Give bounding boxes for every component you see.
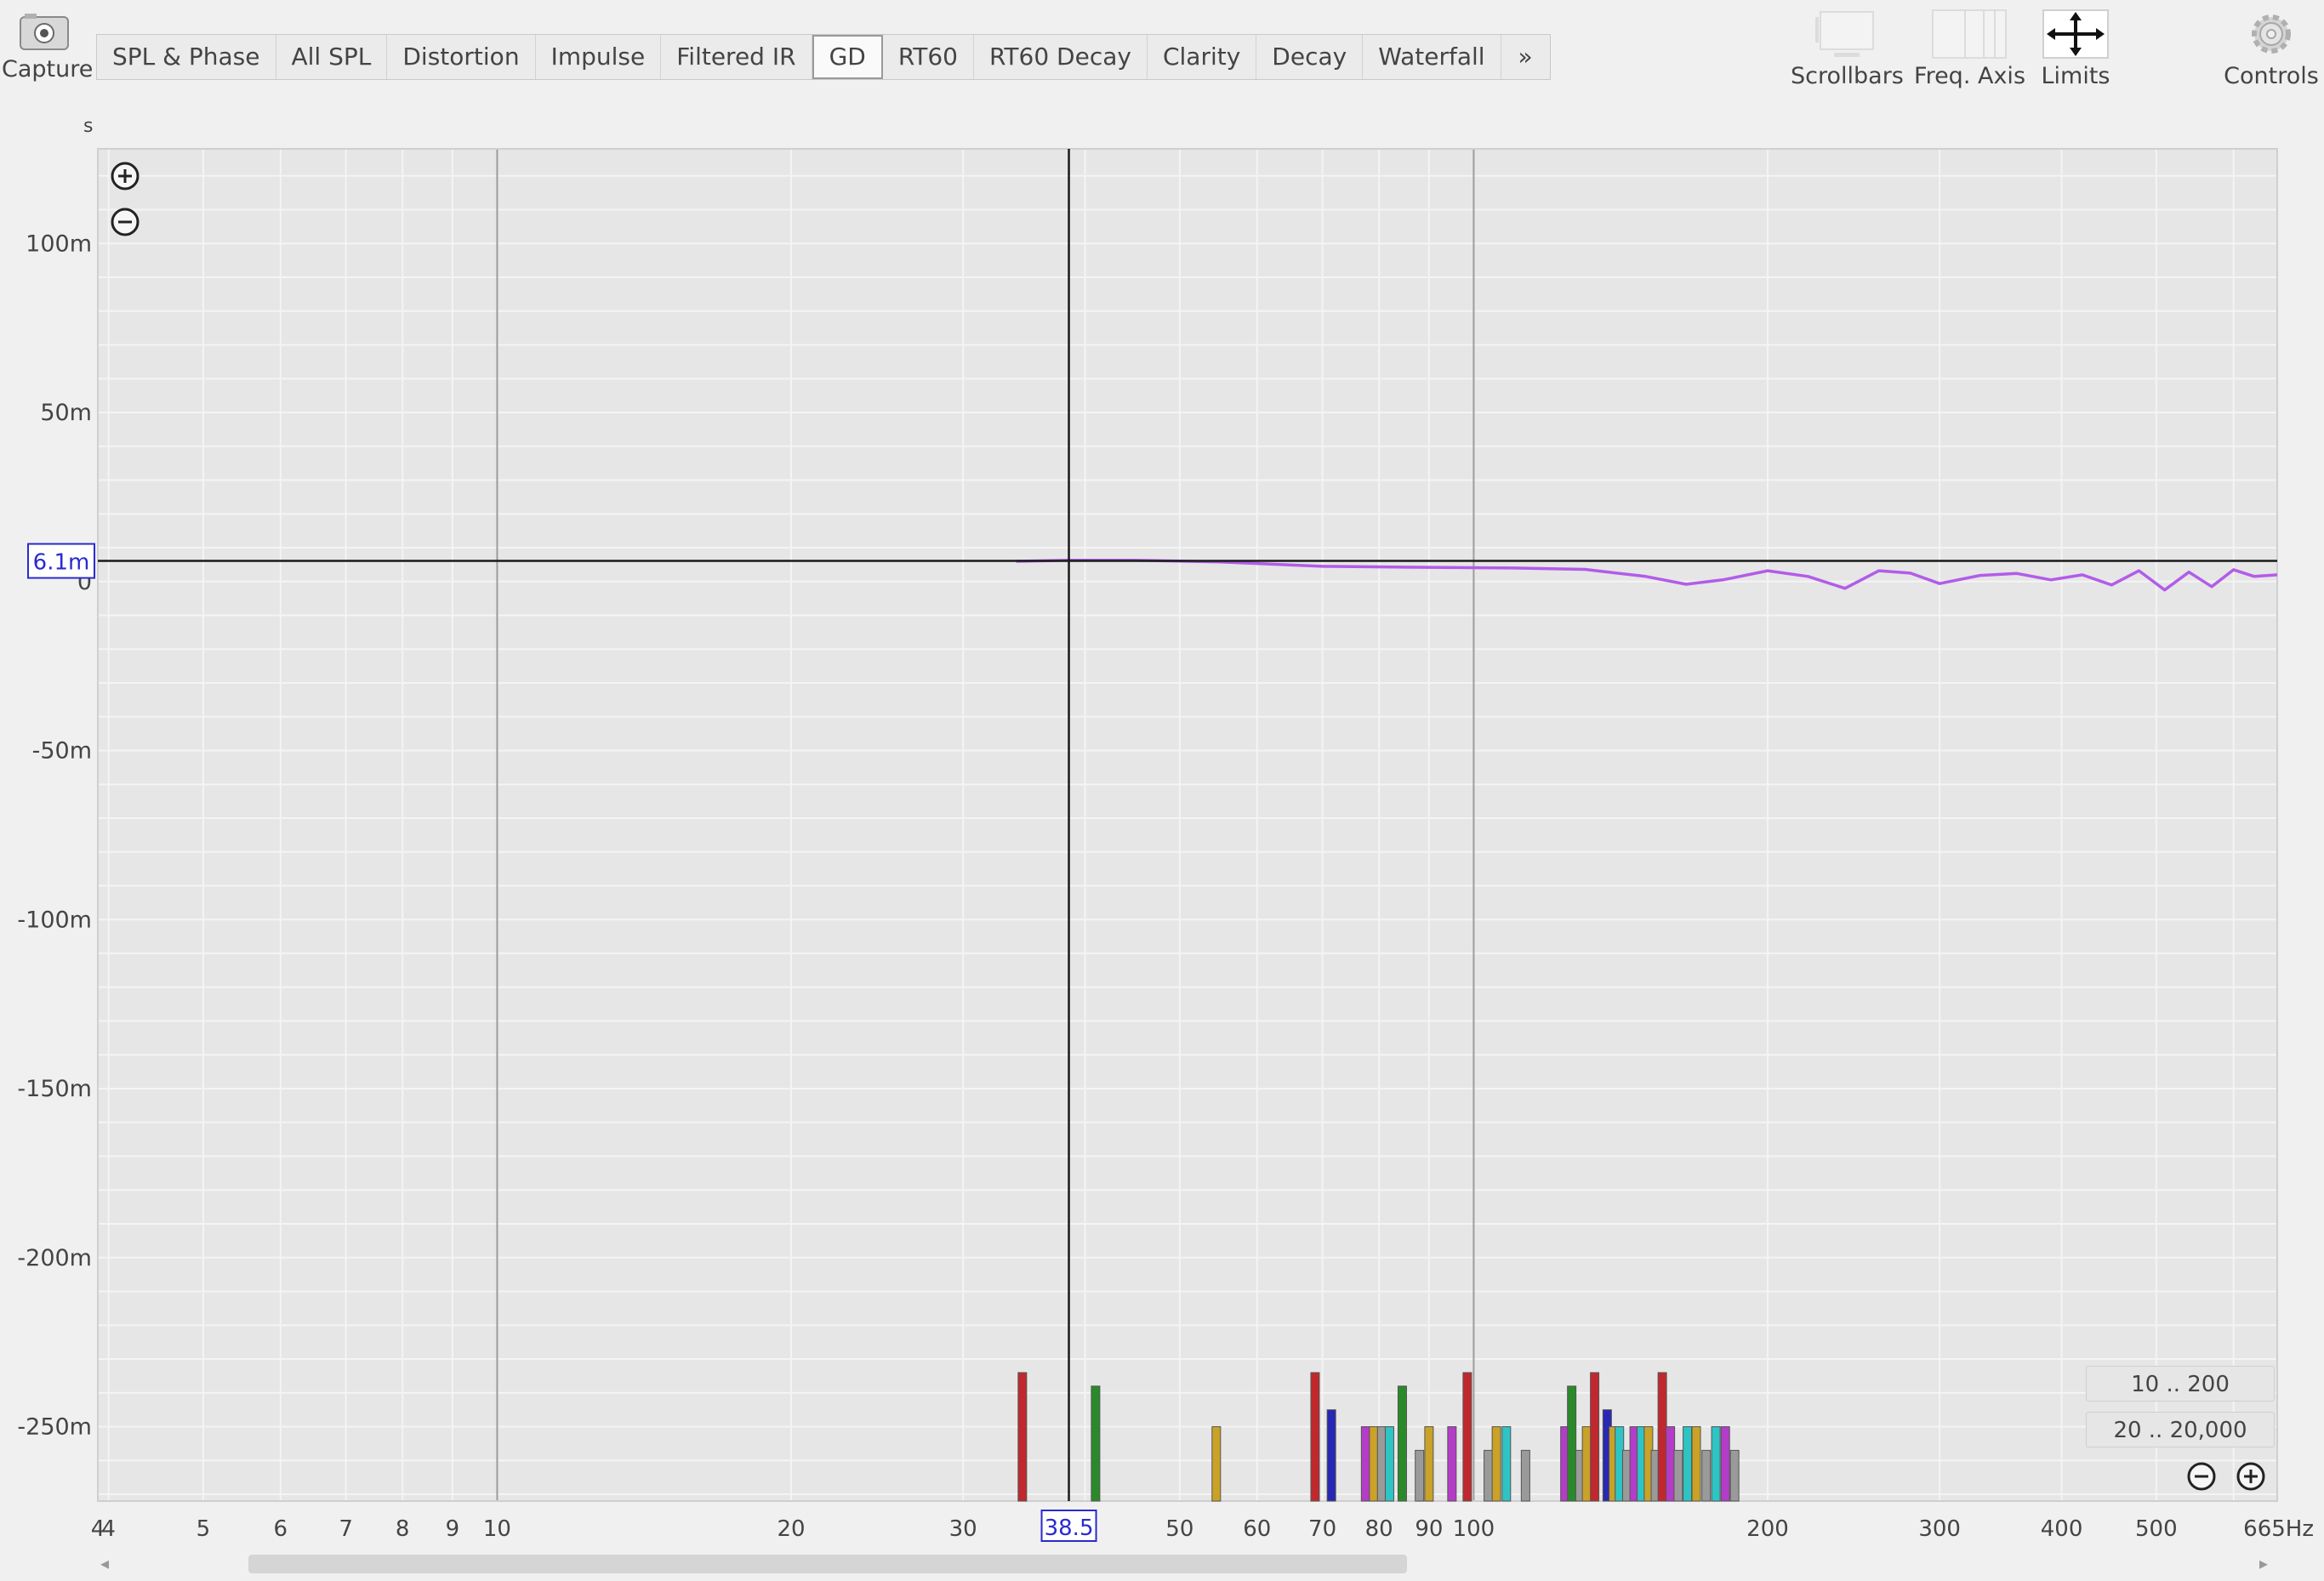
plot-area[interactable] xyxy=(98,149,2277,1501)
peak-marker xyxy=(1091,1385,1101,1502)
cursor-x-readout[interactable]: 38.5 xyxy=(1040,1510,1097,1542)
x-tick-label: 90 xyxy=(1415,1516,1443,1542)
y-tick-label: 50m xyxy=(40,400,92,426)
x-tick-label: 30 xyxy=(949,1516,977,1542)
peak-marker xyxy=(1673,1449,1683,1502)
scrollbar-thumb[interactable] xyxy=(248,1555,1407,1573)
zoom-out-y-button[interactable] xyxy=(111,208,140,236)
x-tick-label: 500 xyxy=(2135,1516,2178,1542)
peak-marker xyxy=(1376,1426,1387,1502)
x-tick-label: 50 xyxy=(1165,1516,1193,1542)
peak-marker xyxy=(1666,1426,1676,1502)
peak-marker xyxy=(1384,1426,1394,1502)
range-10-200-button[interactable]: 10 .. 200 xyxy=(2086,1366,2275,1402)
y-tick-label: -100m xyxy=(17,907,92,933)
x-tick-label: 4 xyxy=(101,1516,116,1542)
peak-marker xyxy=(1397,1385,1407,1502)
scroll-left-arrow-icon[interactable]: ◂ xyxy=(100,1553,109,1573)
x-tick-label: 80 xyxy=(1365,1516,1393,1542)
peak-marker xyxy=(1581,1426,1592,1502)
group-delay-plot[interactable]: 100m50m0-50m-100m-150m-200m-250m 44 5 6 7 8 9… xyxy=(0,0,2324,1581)
peak-marker xyxy=(1691,1426,1701,1502)
peak-marker xyxy=(1657,1372,1667,1502)
peak-marker xyxy=(1501,1426,1512,1502)
peak-marker xyxy=(1491,1426,1501,1502)
y-tick-label: -250m xyxy=(17,1414,92,1441)
peak-marker xyxy=(1369,1426,1379,1502)
peak-marker xyxy=(1326,1409,1336,1502)
y-tick-label: -200m xyxy=(17,1245,92,1271)
peak-marker xyxy=(1211,1426,1222,1502)
x-tick-label: 300 xyxy=(1918,1516,1961,1542)
x-tick-label: 5 xyxy=(197,1516,211,1542)
x-tick-label: 100 xyxy=(1453,1516,1495,1542)
x-tick-label: 70 xyxy=(1308,1516,1336,1542)
peak-marker xyxy=(1424,1426,1434,1502)
peak-marker xyxy=(1711,1426,1721,1502)
x-tick-label: 10 xyxy=(483,1516,511,1542)
cursor-x-label: 38.5 xyxy=(1045,1516,1094,1541)
cursor-y-readout[interactable]: 6.1m xyxy=(27,543,95,579)
peak-marker xyxy=(1415,1449,1425,1502)
peak-marker xyxy=(1520,1449,1530,1502)
y-tick-label: 100m xyxy=(26,230,92,257)
peak-marker xyxy=(1701,1449,1712,1502)
peak-marker xyxy=(1462,1372,1472,1502)
peak-marker xyxy=(1484,1449,1494,1502)
peak-marker xyxy=(1720,1426,1730,1502)
x-tick-label: 665Hz xyxy=(2243,1516,2314,1542)
range-20-20000-button[interactable]: 20 .. 20,000 xyxy=(2086,1412,2275,1447)
zoom-in-y-button[interactable] xyxy=(111,162,140,191)
zoom-in-x-button[interactable] xyxy=(2236,1461,2266,1492)
x-tick-label: 400 xyxy=(2041,1516,2083,1542)
peak-marker xyxy=(1590,1372,1600,1502)
x-tick-label: 7 xyxy=(339,1516,353,1542)
peak-marker xyxy=(1729,1449,1740,1502)
peak-marker xyxy=(1360,1426,1370,1502)
cursor-y-label: 6.1m xyxy=(33,550,90,576)
scroll-right-arrow-icon[interactable]: ▸ xyxy=(2259,1553,2268,1573)
peak-marker xyxy=(1683,1426,1693,1502)
peak-marker xyxy=(1567,1385,1577,1502)
x-tick-label: 200 xyxy=(1746,1516,1789,1542)
x-tick-label: 8 xyxy=(396,1516,410,1542)
x-tick-label: 60 xyxy=(1243,1516,1271,1542)
x-axis-ticks: 44 5 6 7 8 9 10 20 30 50 60 70 80 90 100 200 300 400 500 66… xyxy=(91,1516,2314,1542)
x-tick-label: 6 xyxy=(273,1516,288,1542)
x-tick-label: 9 xyxy=(446,1516,460,1542)
y-axis-ticks: 100m50m0-50m-100m-150m-200m-250m xyxy=(17,230,92,1440)
x-tick-label: 20 xyxy=(777,1516,805,1542)
y-tick-label: -50m xyxy=(32,738,92,765)
peak-marker xyxy=(1447,1426,1457,1502)
zoom-out-x-button[interactable] xyxy=(2186,1461,2217,1492)
y-tick-label: -150m xyxy=(17,1076,92,1102)
peak-marker xyxy=(1017,1372,1028,1502)
peak-marker xyxy=(1310,1372,1320,1502)
